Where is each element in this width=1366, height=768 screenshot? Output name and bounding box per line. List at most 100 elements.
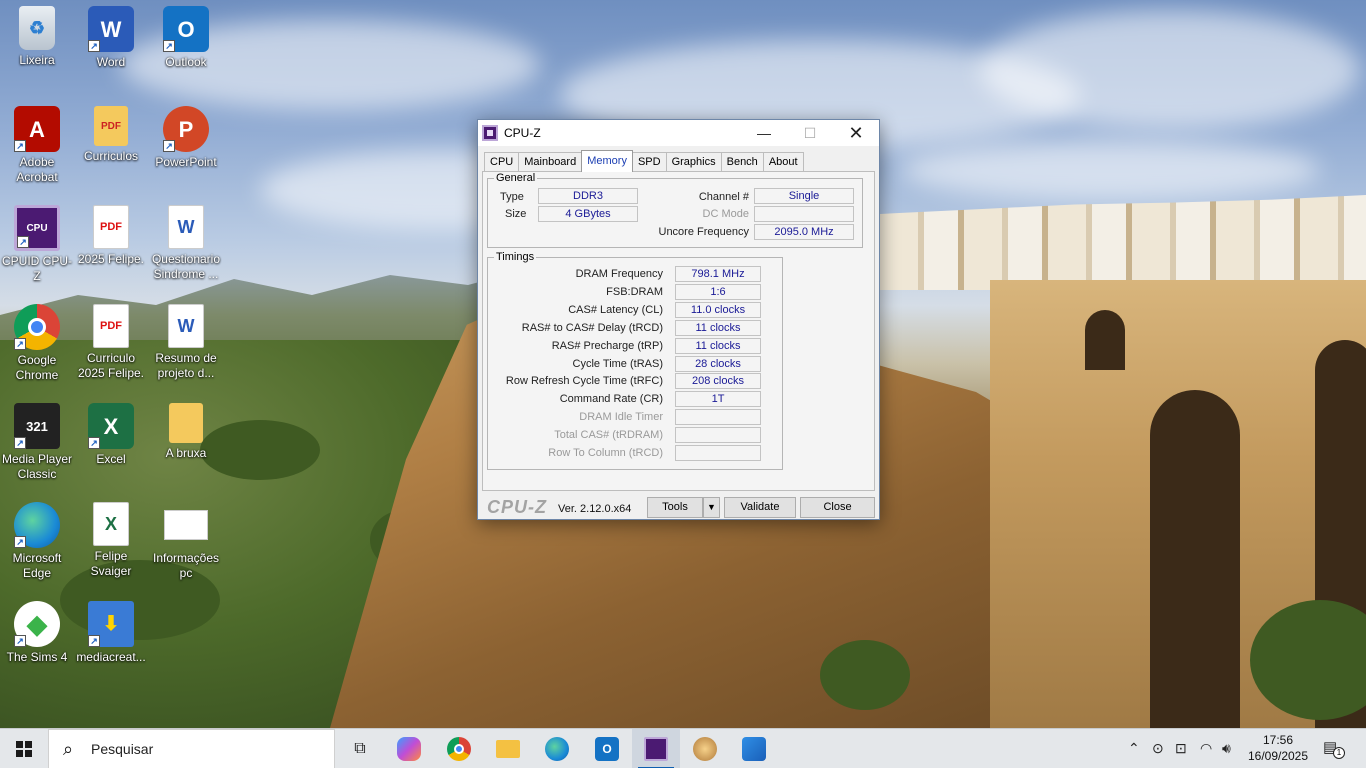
channel-label: Channel # (698, 191, 749, 203)
timing-value: 11 clocks (675, 337, 761, 354)
uncore-frequency-value: 2095.0 MHz (754, 224, 854, 240)
taskbar-cpuz[interactable] (632, 729, 680, 768)
desktop-icon-2025-felipe[interactable]: PDF 2025 Felipe. (74, 205, 148, 267)
title-bar[interactable]: CPU-Z — ☐ ✕ (478, 120, 879, 146)
type-value: DDR3 (538, 188, 638, 204)
desktop-icon-questionario[interactable]: W Questionario Sindrome ... (149, 205, 223, 282)
taskbar-search-box[interactable]: ⌕ Pesquisar (48, 729, 335, 768)
timing-label: FSB:DRAM (606, 285, 663, 298)
search-icon: ⌕ (63, 738, 74, 759)
chrome-icon (447, 737, 471, 761)
window-footer: CPU-Z Ver. 2.12.0.x64 Tools ▼ Validate C… (478, 493, 879, 519)
timings-legend: Timings (496, 251, 535, 263)
desktop-icon-lixeira[interactable]: ♻ Lixeira (0, 6, 74, 68)
desktop-icon-curriculos[interactable]: PDF Curriculos (74, 106, 148, 164)
minimize-button[interactable]: — (741, 120, 787, 146)
timing-label: Row To Column (tRCD) (548, 447, 663, 459)
timing-label: Total CAS# (tRDRAM) (554, 429, 663, 442)
tab-about[interactable]: About (762, 152, 804, 172)
timing-label: Command Rate (CR) (559, 393, 663, 406)
tab-memory[interactable]: Memory (581, 150, 633, 172)
size-value: 4 GBytes (538, 206, 638, 222)
windows-logo-icon (16, 741, 32, 757)
desktop-icon-powerpoint[interactable]: P ↗ PowerPoint (149, 106, 223, 170)
maximize-button[interactable]: ☐ (787, 120, 833, 146)
system-clock[interactable]: 17:56 16/09/2025 (1246, 732, 1310, 764)
desktop-icon-outlook[interactable]: O ↗ Outlook (149, 6, 223, 70)
tab-bar: CPU Mainboard Memory SPD Graphics Bench … (484, 150, 804, 172)
word-icon: W ↗ (88, 6, 134, 52)
desktop-icon-informacoes-pc[interactable]: Informações pc (149, 502, 223, 581)
network-adapter-icon[interactable]: ⊡ (1175, 740, 1187, 757)
copilot-icon (397, 737, 421, 761)
photos-icon (742, 737, 766, 761)
desktop-icon-felipe-svaiger[interactable]: X Felipe Svaiger (74, 502, 148, 579)
general-legend: General (496, 172, 536, 184)
desktop-icon-resumo-projeto[interactable]: W Resumo de projeto d... (149, 304, 223, 381)
taskbar-copilot[interactable] (385, 729, 433, 768)
search-placeholder: Pesquisar (91, 741, 154, 757)
desktop-icon-curriculo-2025[interactable]: PDF Curriculo 2025 Felipe. (74, 304, 148, 381)
timing-label: RAS# Precharge (tRP) (551, 339, 663, 352)
wifi-icon[interactable]: ◠ (1200, 740, 1212, 757)
tab-bench[interactable]: Bench (720, 152, 764, 172)
timing-value: 11.0 clocks (675, 301, 761, 318)
taskbar-chrome[interactable] (435, 729, 483, 768)
close-button[interactable]: Close (800, 497, 875, 518)
cpuz-icon: CPU ↗ (14, 205, 60, 251)
tab-cpu[interactable]: CPU (484, 152, 520, 172)
timing-label: Cycle Time (tRAS) (572, 357, 663, 370)
version-label: Ver. 2.12.0.x64 (558, 503, 632, 515)
cpuz-icon (644, 737, 668, 761)
tab-spd[interactable]: SPD (631, 152, 667, 172)
taskbar-photos[interactable] (730, 729, 778, 768)
start-button[interactable] (0, 729, 48, 768)
uncore-frequency-label: Uncore Frequency (658, 226, 750, 238)
volume-icon[interactable]: 🔊︎ (1222, 740, 1231, 757)
outlook-icon: O (595, 737, 619, 761)
close-window-button[interactable]: ✕ (833, 120, 879, 146)
clock-date: 16/09/2025 (1247, 749, 1309, 763)
desktop-icon-cpuz[interactable]: CPU ↗ CPUID CPU-Z (0, 205, 74, 284)
clock-time: 17:56 (1262, 733, 1294, 747)
taskbar-file-explorer[interactable] (484, 729, 532, 768)
taskbar: ⌕ Pesquisar ⧉ O ⌃ ⊙ ⊡ ◠ 🔊︎ 17:56 16/09/2… (0, 728, 1366, 768)
media-player-icon: 321 ↗ (14, 403, 60, 449)
timing-value: 798.1 MHz (675, 266, 761, 282)
dc-mode-label: DC Mode (702, 208, 749, 220)
tab-graphics[interactable]: Graphics (665, 152, 722, 172)
tab-mainboard[interactable]: Mainboard (518, 152, 583, 172)
desktop-icon-excel[interactable]: X ↗ Excel (74, 403, 148, 467)
notification-center-button[interactable]: ▤ 1 (1323, 738, 1345, 760)
timing-value: 208 clocks (675, 373, 761, 390)
taskbar-edge[interactable] (533, 729, 581, 768)
chevron-up-icon[interactable]: ⌃ (1128, 740, 1140, 757)
desktop-icon-adobe-acrobat[interactable]: A ↗ Adobe Acrobat (0, 106, 74, 185)
desktop-icon-mediacreation[interactable]: ⬇ ↗ mediacreat... (74, 601, 148, 665)
cpuz-app-icon (482, 125, 498, 141)
task-view-button[interactable]: ⧉ (336, 729, 384, 768)
tools-dropdown-button[interactable]: ▼ (703, 497, 720, 518)
meet-now-icon[interactable]: ⊙ (1152, 740, 1164, 757)
taskbar-outlook[interactable]: O (583, 729, 631, 768)
taskbar-paint[interactable] (681, 729, 729, 768)
excel-icon: X ↗ (88, 403, 134, 449)
tools-button[interactable]: Tools (647, 497, 703, 518)
pdf-file-icon: PDF (93, 205, 129, 249)
desktop-icon-google-chrome[interactable]: ↗ Google Chrome (0, 304, 74, 383)
timing-label: RAS# to CAS# Delay (tRCD) (521, 321, 663, 334)
paint-icon (693, 737, 717, 761)
timing-value: 1T (675, 391, 761, 408)
timing-value (675, 445, 761, 461)
folder-icon: PDF (94, 106, 128, 146)
powerpoint-icon: P ↗ (163, 106, 209, 152)
timing-label: Row Refresh Cycle Time (tRFC) (505, 375, 663, 388)
desktop-icon-word[interactable]: W ↗ Word (74, 6, 148, 70)
desktop-icon-media-player-classic[interactable]: 321 ↗ Media Player Classic (0, 403, 74, 482)
validate-button[interactable]: Validate (724, 497, 796, 518)
desktop-icon-the-sims-4[interactable]: ◆ ↗ The Sims 4 (0, 601, 74, 665)
desktop-icon-microsoft-edge[interactable]: ↗ Microsoft Edge (0, 502, 74, 581)
edge-icon: ↗ (14, 502, 60, 548)
task-view-icon: ⧉ (354, 740, 366, 757)
desktop-icon-a-bruxa[interactable]: A bruxa (149, 403, 223, 461)
